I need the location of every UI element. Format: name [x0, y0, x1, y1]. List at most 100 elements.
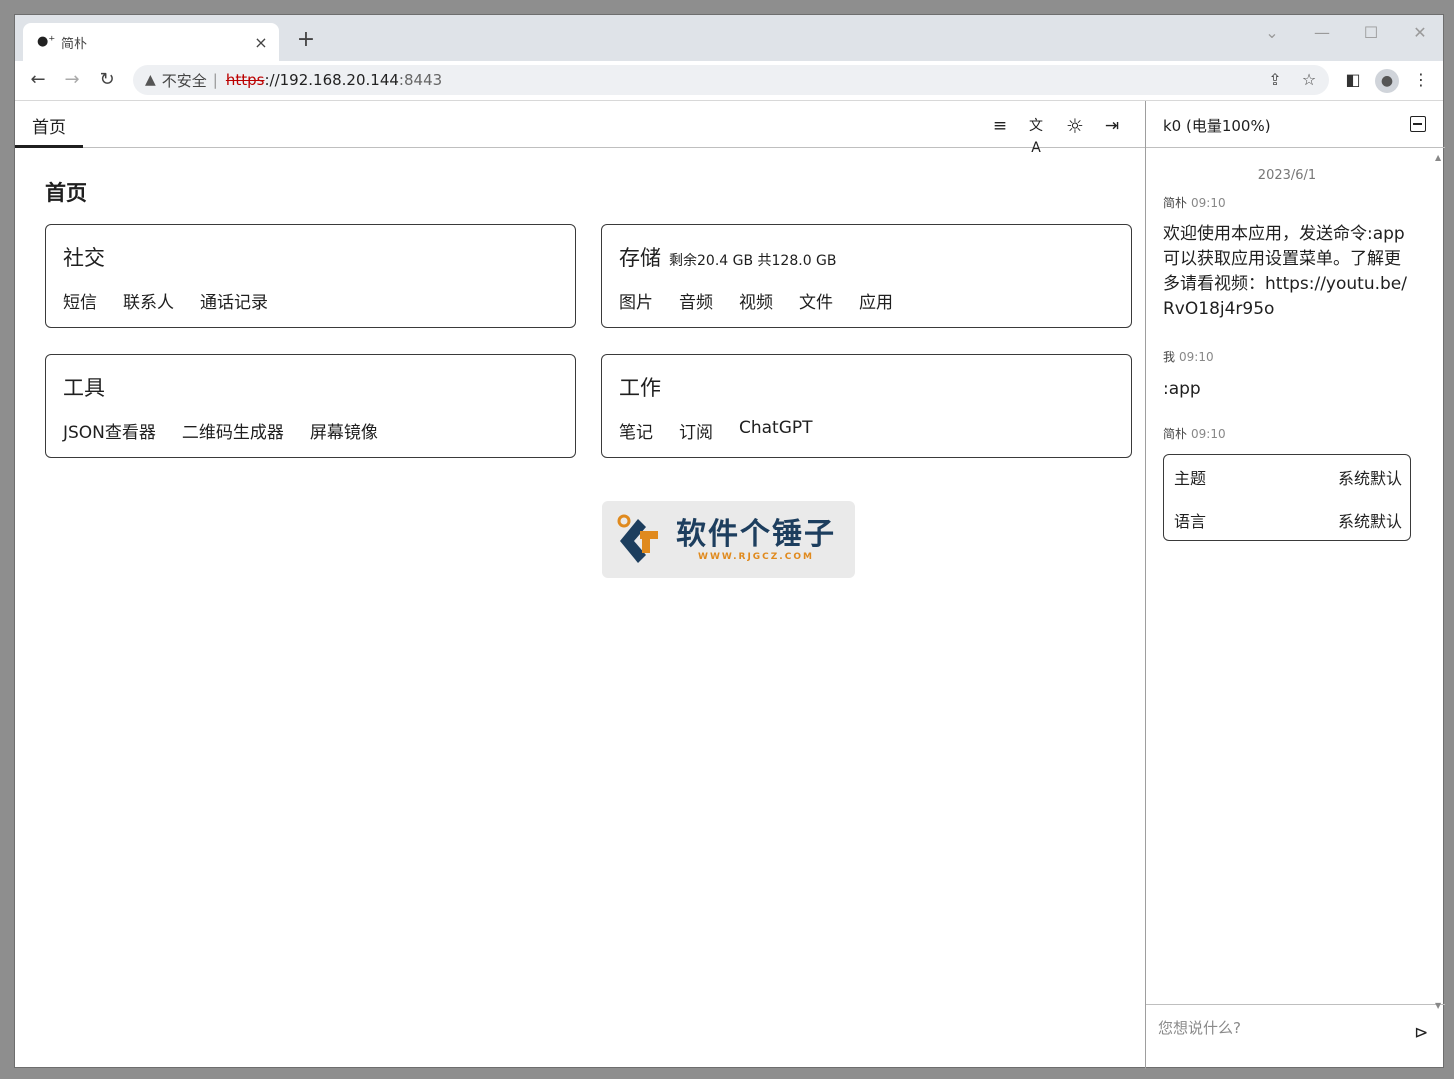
send-icon[interactable]: ⊳ — [1414, 1023, 1428, 1043]
watermark-url: WWW.RJGCZ.COM — [698, 551, 814, 562]
link-json-viewer[interactable]: JSON查看器 — [63, 418, 156, 443]
url-host: ://192.168.20.144 — [264, 71, 399, 89]
browser-window: ●⁺ 简朴 × + ⌄ — ☐ ✕ ← → ↻ ▲ 不安全 | https :/… — [14, 14, 1445, 1069]
setting-value[interactable]: 系统默认 — [1338, 465, 1402, 489]
tab-strip: ●⁺ 简朴 × + ⌄ — ☐ ✕ — [15, 15, 1443, 61]
link-video[interactable]: 视频 — [739, 288, 773, 313]
chat-header: k0 (电量100%) — [1146, 101, 1445, 148]
link-notes[interactable]: 笔记 — [619, 418, 653, 443]
browser-tab[interactable]: ●⁺ 简朴 × — [23, 23, 279, 61]
tab-title: 简朴 — [61, 36, 88, 52]
theme-icon[interactable]: ☼ — [1064, 115, 1086, 137]
message-time: 09:10 — [1179, 350, 1214, 364]
message-sender: 我 09:10 — [1163, 348, 1214, 365]
card-title: 工作 — [619, 372, 661, 402]
warning-icon[interactable]: ▲ — [145, 72, 156, 88]
setting-language[interactable]: 语言 系统默认 — [1174, 508, 1402, 532]
forward-button[interactable]: → — [61, 69, 83, 91]
main-area: 首页 ≡ 文A ☼ ⇥ 首页 社交 短信 联系人 通话记录 存储 剩余20.4 G… — [15, 101, 1145, 1069]
setting-value[interactable]: 系统默认 — [1338, 508, 1402, 532]
sender-name: 我 — [1163, 350, 1176, 364]
card-storage: 存储 剩余20.4 GB 共128.0 GB 图片 音频 视频 文件 应用 — [601, 224, 1132, 328]
card-links: 短信 联系人 通话记录 — [63, 288, 268, 313]
message-sender: 简朴 09:10 — [1163, 425, 1226, 442]
address-separator: | — [212, 71, 218, 89]
collapse-panel-icon[interactable] — [1410, 116, 1426, 132]
link-call-log[interactable]: 通话记录 — [200, 288, 268, 313]
url-port: :8443 — [398, 71, 443, 89]
message-time: 09:10 — [1191, 196, 1226, 210]
reload-button[interactable]: ↻ — [96, 69, 118, 91]
card-social: 社交 短信 联系人 通话记录 — [45, 224, 576, 328]
card-title-text: 工具 — [63, 376, 105, 400]
page-title: 首页 — [45, 181, 87, 205]
link-audio[interactable]: 音频 — [679, 288, 713, 313]
side-panel-icon[interactable]: ◧ — [1341, 69, 1365, 91]
sender-name: 简朴 — [1163, 427, 1188, 441]
chat-messages: 2023/6/1 简朴 09:10 欢迎使用本应用，发送命令:app可以获取应用设… — [1146, 148, 1432, 1004]
card-title: 存储 剩余20.4 GB 共128.0 GB — [619, 242, 837, 272]
new-tab-button[interactable]: + — [295, 29, 317, 51]
card-title-text: 社交 — [63, 246, 105, 270]
profile-avatar-icon[interactable]: ● — [1375, 69, 1399, 93]
link-feeds[interactable]: 订阅 — [679, 418, 713, 443]
link-sms[interactable]: 短信 — [63, 288, 97, 313]
address-bar[interactable]: ▲ 不安全 | https ://192.168.20.144 :8443 ⇪ … — [133, 65, 1329, 95]
app-favicon-icon: ●⁺ — [37, 34, 56, 49]
chat-input-bar: 您想说什么? ⊳ — [1146, 1004, 1445, 1070]
link-screen-mirror[interactable]: 屏幕镜像 — [310, 418, 378, 443]
scroll-up-icon[interactable]: ▲ — [1435, 153, 1441, 162]
browser-toolbar: ← → ↻ ▲ 不安全 | https ://192.168.20.144 :8… — [15, 61, 1443, 99]
setting-theme[interactable]: 主题 系统默认 — [1174, 465, 1402, 489]
card-links: 图片 音频 视频 文件 应用 — [619, 288, 893, 313]
browser-menu-icon[interactable]: ⋮ — [1409, 69, 1433, 91]
minimize-button[interactable]: — — [1307, 23, 1337, 42]
url-scheme: https — [225, 71, 265, 89]
setting-label: 主题 — [1174, 469, 1207, 488]
message-time: 09:10 — [1191, 427, 1226, 441]
link-contacts[interactable]: 联系人 — [123, 288, 174, 313]
setting-label: 语言 — [1174, 512, 1207, 531]
chat-input[interactable]: 您想说什么? — [1158, 1017, 1241, 1038]
card-tools: 工具 JSON查看器 二维码生成器 屏幕镜像 — [45, 354, 576, 458]
share-icon[interactable]: ⇪ — [1265, 70, 1285, 89]
security-label[interactable]: 不安全 — [162, 70, 207, 91]
card-links: JSON查看器 二维码生成器 屏幕镜像 — [63, 418, 378, 443]
watermark-logo: 软件个锤子 WWW.RJGCZ.COM — [602, 501, 855, 578]
message-text: 欢迎使用本应用，发送命令:app可以获取应用设置菜单。了解更多请看视频：http… — [1163, 224, 1407, 319]
storage-info: 剩余20.4 GB 共128.0 GB — [669, 253, 837, 269]
watermark-mark-icon — [617, 514, 658, 563]
app-top-bar: 首页 ≡ 文A ☼ ⇥ — [15, 101, 1145, 156]
card-title: 社交 — [63, 242, 105, 272]
card-title: 工具 — [63, 372, 105, 402]
settings-menu: 主题 系统默认 语言 系统默认 — [1163, 454, 1411, 541]
link-chatgpt[interactable]: ChatGPT — [739, 418, 813, 443]
bookmark-star-icon[interactable]: ☆ — [1299, 70, 1319, 89]
link-images[interactable]: 图片 — [619, 288, 653, 313]
tab-home[interactable]: 首页 — [15, 101, 83, 148]
maximize-button[interactable]: ☐ — [1356, 23, 1386, 42]
message-text: :app — [1163, 379, 1201, 399]
scroll-down-icon[interactable]: ▼ — [1435, 1001, 1441, 1010]
page-content: 首页 ≡ 文A ☼ ⇥ 首页 社交 短信 联系人 通话记录 存储 剩余20.4 G… — [15, 100, 1445, 1069]
card-title-text: 存储 — [619, 246, 661, 270]
message-sender: 简朴 09:10 — [1163, 194, 1226, 211]
tab-close-icon[interactable]: × — [253, 33, 269, 52]
sender-name: 简朴 — [1163, 196, 1188, 210]
chat-scrollbar[interactable]: ▲ ▼ — [1433, 153, 1445, 1013]
device-status: k0 (电量100%) — [1163, 117, 1271, 135]
logout-icon[interactable]: ⇥ — [1101, 115, 1123, 137]
translate-icon[interactable]: 文A — [1025, 115, 1047, 156]
tab-search-icon[interactable]: ⌄ — [1257, 23, 1287, 42]
back-button[interactable]: ← — [27, 69, 49, 91]
card-title-text: 工作 — [619, 376, 661, 400]
watermark-name: 软件个锤子 — [676, 516, 836, 552]
chat-date: 2023/6/1 — [1257, 168, 1317, 183]
link-apps[interactable]: 应用 — [859, 288, 893, 313]
card-links: 笔记 订阅 ChatGPT — [619, 418, 813, 443]
link-files[interactable]: 文件 — [799, 288, 833, 313]
playlist-icon[interactable]: ≡ — [989, 115, 1011, 137]
chat-panel: k0 (电量100%) 2023/6/1 简朴 09:10 欢迎使用本应用，发送命… — [1145, 101, 1445, 1069]
close-window-button[interactable]: ✕ — [1405, 23, 1435, 42]
link-qrcode-generator[interactable]: 二维码生成器 — [182, 418, 284, 443]
